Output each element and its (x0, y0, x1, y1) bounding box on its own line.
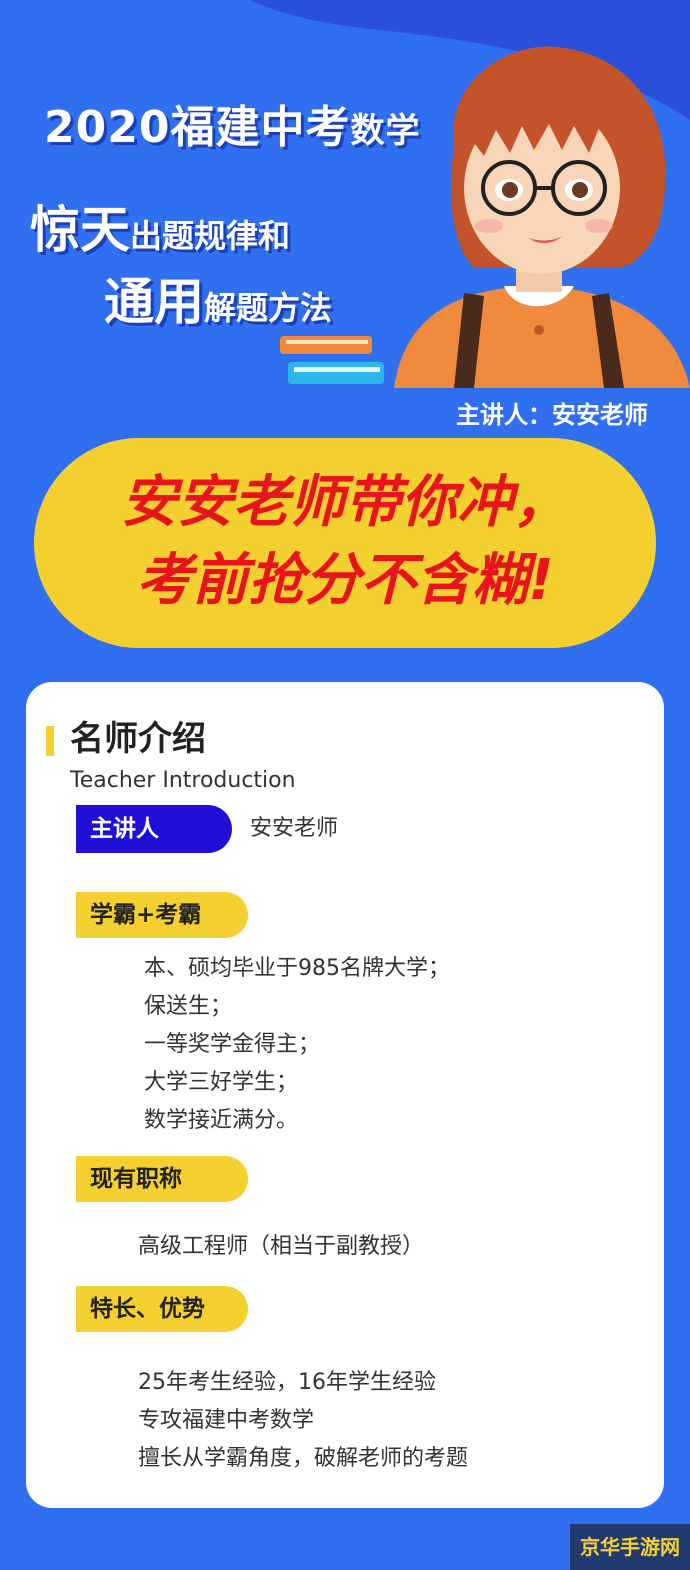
list-item: 高级工程师（相当于副教授） (138, 1234, 425, 1259)
poster: 2020福建中考数学 惊天出题规律和 通用解题方法 主讲人：安安老师 安安老师带… (0, 0, 690, 1570)
list-item: 擅长从学霸角度，破解老师的考题 (138, 1446, 469, 1471)
slogan-line-2: 考前抢分不含糊! (136, 548, 554, 613)
list-item: 数学接近满分。 (144, 1108, 299, 1133)
tag-top-student: 学霸+考霸 (76, 892, 248, 938)
tag-strengths: 特长、优势 (76, 1286, 248, 1332)
current-title-list: 高级工程师（相当于副教授） (138, 1228, 424, 1266)
list-item: 大学三好学生； (144, 1070, 299, 1095)
slogan-banner: 安安老师带你冲， 考前抢分不含糊! (34, 438, 656, 648)
watermark: 京华手游网 (570, 1524, 690, 1570)
section-marker (46, 726, 54, 756)
top-student-list: 本、硕均毕业于985名牌大学； 保送生； 一等奖学金得主； 大学三好学生； 数学… (144, 950, 450, 1140)
section-subtitle: Teacher Introduction (70, 768, 296, 793)
strengths-list: 25年考生经验，16年学生经验 专攻福建中考数学 擅长从学霸角度，破解老师的考题 (138, 1364, 468, 1478)
presenter-heading: 主讲人：安安老师 (456, 401, 648, 429)
tag-current-title: 现有职称 (76, 1156, 248, 1202)
presenter-name: 安安老师 (250, 816, 339, 841)
headline-line-2: 惊天出题规律和 (30, 201, 291, 259)
presenter-tag: 主讲人 (76, 805, 232, 853)
list-item: 本、硕均毕业于985名牌大学； (144, 956, 450, 981)
books-icon (280, 336, 384, 384)
list-item: 一等奖学金得主； (144, 1032, 321, 1057)
list-item: 专攻福建中考数学 (138, 1408, 315, 1433)
list-item: 保送生； (144, 994, 233, 1019)
slogan-line-1: 安安老师带你冲， (121, 470, 569, 535)
teacher-intro-card: 名师介绍 Teacher Introduction 主讲人 安安老师 学霸+考霸… (26, 682, 664, 1508)
section-title: 名师介绍 (70, 719, 206, 759)
teacher-illustration (394, 46, 690, 388)
list-item: 25年考生经验，16年学生经验 (138, 1370, 436, 1395)
headline-title: 2020福建中考数学 (44, 102, 421, 153)
